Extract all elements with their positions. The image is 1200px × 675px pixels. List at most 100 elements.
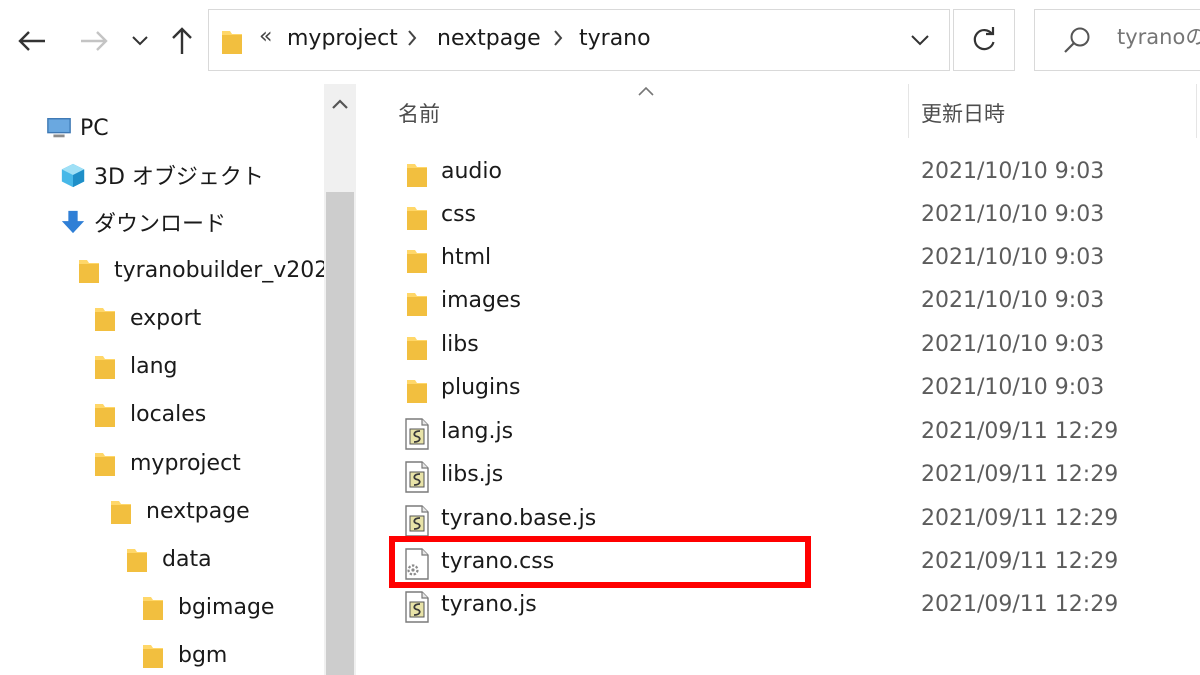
navigation-pane: PC 3D オブジェクト ダウンロード tyranobuilder_v202_ (0, 84, 324, 675)
search-input[interactable] (1117, 25, 1200, 49)
refresh-icon (973, 27, 995, 51)
folder-icon (222, 31, 242, 54)
forward-arrow-icon (81, 31, 108, 51)
file-row[interactable]: tyrano.css 2021/09/11 12:29 (356, 542, 1200, 585)
folder-icon (92, 449, 118, 477)
file-name: images (441, 288, 521, 313)
tree-item-locales[interactable]: locales (92, 394, 206, 434)
folder-icon (140, 641, 166, 669)
file-date: 2021/10/10 9:03 (921, 202, 1105, 227)
tree-item-3d-objects[interactable]: 3D オブジェクト (60, 155, 264, 195)
file-name: tyrano.js (441, 592, 537, 617)
file-row[interactable]: libs 2021/10/10 9:03 (356, 325, 1200, 368)
scroll-up-button[interactable] (324, 84, 356, 124)
tree-item-label: locales (130, 401, 207, 427)
recent-locations-button[interactable] (120, 16, 160, 66)
scroll-thumb[interactable] (326, 192, 354, 675)
address-dropdown-icon[interactable] (911, 35, 929, 46)
pc-icon (46, 114, 72, 142)
tree-item-label: bgimage (178, 594, 275, 620)
file-name: tyrano.css (441, 549, 555, 574)
file-name: libs.js (441, 462, 504, 487)
address-bar[interactable]: « myproject nextpage tyrano (208, 9, 950, 71)
file-row[interactable]: tyrano.base.js 2021/09/11 12:29 (356, 499, 1200, 542)
file-name: tyrano.base.js (441, 506, 597, 531)
file-name: audio (441, 159, 502, 184)
file-row[interactable]: lang.js 2021/09/11 12:29 (356, 412, 1200, 455)
file-row[interactable]: plugins 2021/10/10 9:03 (356, 368, 1200, 411)
js-file-icon (402, 505, 432, 537)
css-file-icon (402, 548, 432, 580)
file-row[interactable]: tyrano.js 2021/09/11 12:29 (356, 585, 1200, 628)
folder-icon (402, 201, 432, 233)
up-button[interactable] (160, 16, 204, 66)
tree-item-myproject[interactable]: myproject (92, 443, 241, 483)
search-box[interactable] (1034, 9, 1200, 71)
tree-item-lang[interactable]: lang (92, 346, 178, 386)
tree-item-label: export (130, 305, 202, 331)
file-name: libs (441, 332, 479, 357)
tree-item-label: ダウンロード (94, 212, 227, 237)
column-divider[interactable] (1196, 84, 1197, 138)
back-arrow-icon (18, 31, 45, 51)
folder-icon (92, 304, 118, 332)
folder-icon (402, 331, 432, 363)
tree-item-label: data (162, 546, 212, 572)
forward-button[interactable] (72, 16, 116, 66)
breadcrumb-nextpage[interactable]: nextpage (437, 26, 541, 51)
folder-icon (92, 352, 118, 380)
file-date: 2021/10/10 9:03 (921, 332, 1105, 357)
file-date: 2021/10/10 9:03 (921, 159, 1105, 184)
3d-objects-icon (60, 161, 86, 189)
file-row[interactable]: images 2021/10/10 9:03 (356, 281, 1200, 324)
file-date: 2021/10/10 9:03 (921, 288, 1105, 313)
file-name: plugins (441, 375, 521, 400)
refresh-button[interactable] (953, 9, 1015, 71)
folder-icon (140, 593, 166, 621)
tree-item-bgimage[interactable]: bgimage (140, 587, 274, 627)
navpane-scrollbar[interactable] (324, 84, 356, 675)
tree-item-export[interactable]: export (92, 298, 201, 338)
tree-item-nextpage[interactable]: nextpage (108, 491, 250, 531)
folder-icon (76, 256, 102, 284)
file-date: 2021/10/10 9:03 (921, 245, 1105, 270)
breadcrumb-myproject[interactable]: myproject (287, 26, 398, 51)
search-icon (1064, 27, 1090, 53)
chevron-right-icon[interactable] (553, 30, 563, 46)
tree-item-label: bgm (178, 642, 228, 668)
back-button[interactable] (10, 16, 54, 66)
file-name: lang.js (441, 419, 514, 444)
column-header-date[interactable]: 更新日時 (921, 84, 1005, 142)
tree-item-label: myproject (130, 450, 241, 476)
tree-item-data[interactable]: data (124, 539, 212, 579)
column-header-name[interactable]: 名前 (398, 84, 440, 142)
file-row[interactable]: html 2021/10/10 9:03 (356, 238, 1200, 281)
breadcrumb-tyrano[interactable]: tyrano (579, 26, 651, 51)
js-file-icon (402, 461, 432, 493)
folder-icon (402, 158, 432, 190)
tree-item-downloads[interactable]: ダウンロード (60, 202, 226, 242)
sort-ascending-icon[interactable] (638, 87, 654, 96)
chevron-right-icon[interactable] (407, 30, 417, 46)
file-row[interactable]: css 2021/10/10 9:03 (356, 195, 1200, 238)
file-list: 名前 更新日時 audio 2021/10/10 9:03 css 2021/1… (356, 84, 1200, 675)
tree-item-label: lang (130, 353, 178, 379)
file-date: 2021/09/11 12:29 (921, 549, 1119, 574)
tree-item-bgm[interactable]: bgm (140, 635, 227, 675)
column-divider[interactable] (908, 84, 909, 138)
tree-item-label: nextpage (146, 498, 250, 524)
tree-item-pc[interactable]: PC (46, 108, 109, 148)
chevron-down-icon (132, 36, 148, 46)
download-icon (60, 208, 86, 236)
file-row[interactable]: audio 2021/10/10 9:03 (356, 152, 1200, 195)
address-overflow[interactable]: « (259, 24, 272, 49)
tree-item-label: PC (80, 115, 109, 141)
folder-icon (108, 497, 134, 525)
file-date: 2021/09/11 12:29 (921, 419, 1119, 444)
tree-item-tyranobuilder[interactable]: tyranobuilder_v202_ (76, 250, 324, 290)
file-date: 2021/09/11 12:29 (921, 506, 1119, 531)
folder-icon (92, 400, 118, 428)
folder-icon (402, 374, 432, 406)
file-row[interactable]: libs.js 2021/09/11 12:29 (356, 455, 1200, 498)
up-arrow-icon (172, 27, 192, 54)
